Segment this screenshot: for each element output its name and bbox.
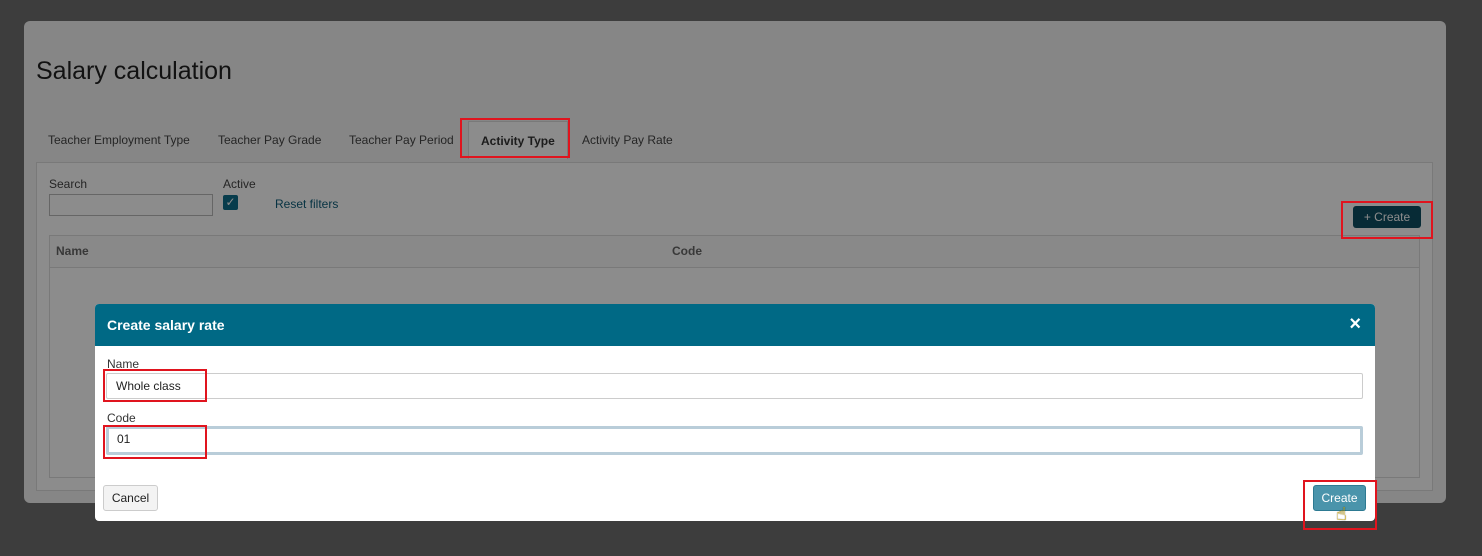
- highlight-code-field: [103, 425, 207, 459]
- highlight-create-button: [1341, 201, 1433, 239]
- name-field[interactable]: Whole class: [106, 373, 1363, 399]
- close-icon[interactable]: ×: [1349, 313, 1361, 336]
- dialog-title: Create salary rate: [107, 317, 225, 333]
- code-label: Code: [107, 411, 136, 425]
- highlight-activity-type-tab: [460, 118, 570, 158]
- cancel-button[interactable]: Cancel: [103, 485, 158, 511]
- create-salary-rate-dialog: Create salary rate × Name Whole class Co…: [95, 304, 1375, 521]
- dialog-header: Create salary rate ×: [95, 304, 1375, 346]
- hand-cursor-icon: ☝: [1336, 504, 1347, 524]
- code-field[interactable]: 01: [106, 426, 1363, 455]
- highlight-name-field: [103, 369, 207, 402]
